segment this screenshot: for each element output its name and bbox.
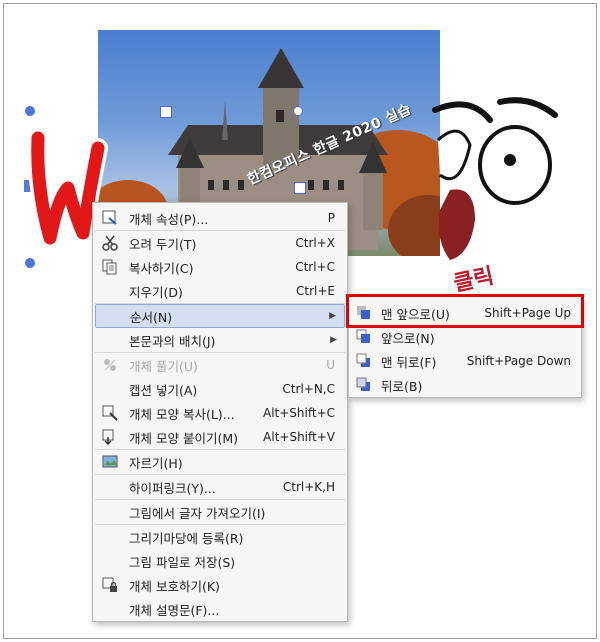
menu-item-save-image[interactable]: 그림 파일로 저장(S) [95,549,345,573]
menu-item-insert-caption[interactable]: 캡션 넣기(A) Ctrl+N,C [95,377,345,401]
menu-item-paste-shape[interactable]: 개체 모양 붙이기(M) Alt+Shift+V [95,425,345,449]
submenu-arrow-icon: ▶ [329,311,336,321]
menu-item-cut[interactable]: 오려 두기(T) Ctrl+X [95,231,345,255]
copy-icon [99,259,121,275]
submenu-item-send-to-back[interactable]: 맨 뒤로(F) Shift+Page Down [349,349,581,373]
resize-handle[interactable] [160,106,172,118]
menu-item-object-properties[interactable]: 개체 속성(P)... P [95,206,345,230]
highlight-box [346,294,584,328]
paste-shape-icon [99,429,121,445]
crop-icon [99,454,121,470]
context-menu: 개체 속성(P)... P 오려 두기(T) Ctrl+X 복사하기(C) Ct… [92,202,348,622]
menu-item-register-drawing[interactable]: 그리기마당에 등록(R) [95,525,345,549]
ungroup-icon [99,357,121,373]
menu-item-ungroup: 개체 풀기(U) U [95,353,345,377]
send-backward-icon [353,377,375,393]
lock-icon [99,577,121,593]
menu-item-text-wrap[interactable]: 본문과의 배치(J) ▶ [95,328,345,352]
face-doodle-icon [432,97,558,260]
rotate-handle[interactable] [293,106,303,116]
submenu-arrow-icon: ▶ [330,335,337,345]
selection-handle[interactable] [25,106,35,116]
bring-forward-icon [353,329,375,345]
menu-item-protect-object[interactable]: 개체 보호하기(K) [95,573,345,597]
submenu-item-bring-forward[interactable]: 앞으로(N) [349,325,581,349]
selection-handle[interactable] [25,258,35,268]
resize-handle[interactable] [294,182,306,194]
object-properties-icon [99,210,121,226]
menu-item-object-description[interactable]: 개체 설명문(F)... [95,597,345,621]
menu-item-hyperlink[interactable]: 하이퍼링크(Y)... Ctrl+K,H [95,475,345,499]
menu-item-extract-text[interactable]: 그림에서 글자 가져오기(I) [95,500,345,524]
menu-item-delete[interactable]: 지우기(D) Ctrl+E [95,279,345,303]
scissors-icon [99,235,121,251]
copy-shape-icon [99,405,121,421]
menu-item-copy-shape[interactable]: 개체 모양 복사(L)... Alt+Shift+C [95,401,345,425]
menu-item-order[interactable]: 순서(N) ▶ [95,304,345,328]
send-to-back-icon [353,353,375,369]
menu-item-copy[interactable]: 복사하기(C) Ctrl+C [95,255,345,279]
submenu-item-send-backward[interactable]: 뒤로(B) [349,373,581,397]
menu-item-crop[interactable]: 자르기(H) [95,450,345,474]
